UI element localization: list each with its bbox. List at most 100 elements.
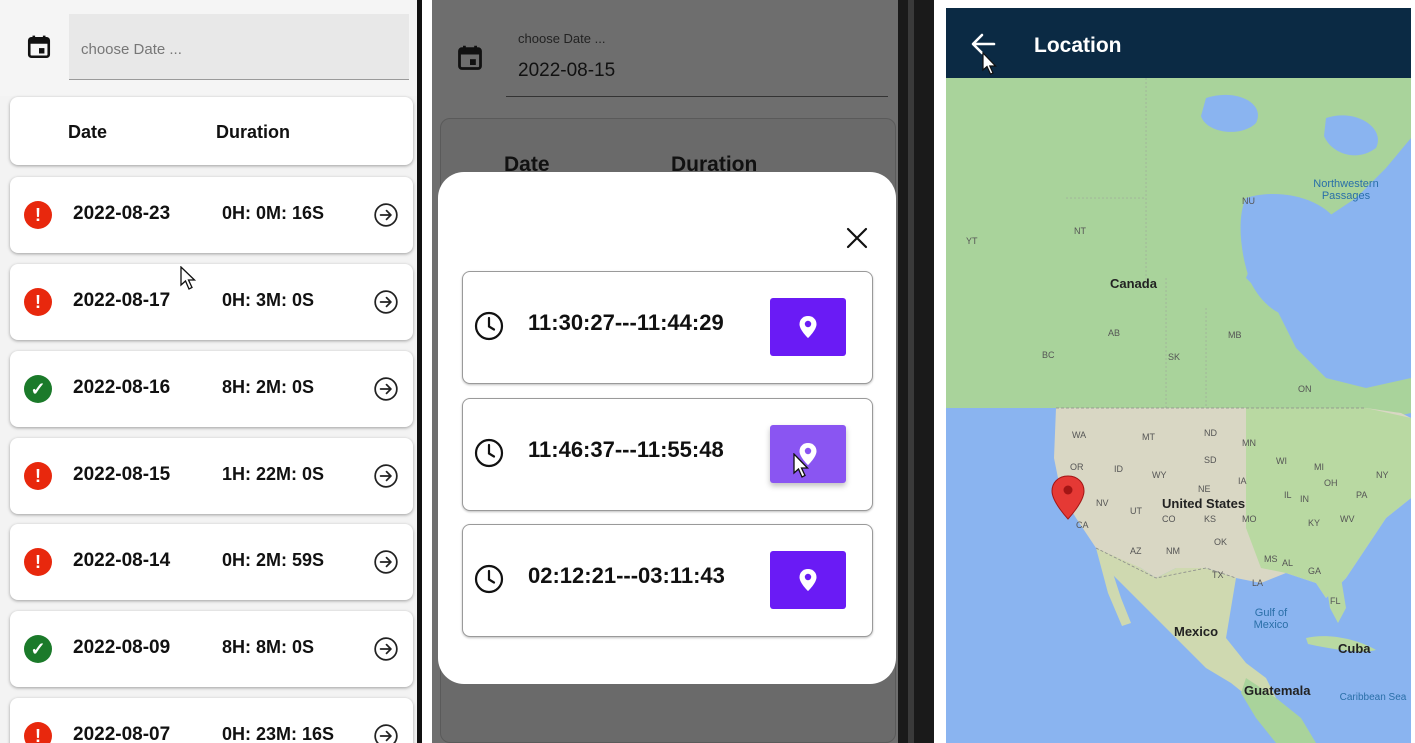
map-label-guatemala: Guatemala	[1244, 683, 1311, 698]
map-state-label: ND	[1204, 428, 1217, 438]
arrow-right-circle-icon[interactable]	[373, 549, 399, 575]
map-state-label: PA	[1356, 490, 1368, 500]
list-item[interactable]: ! 2022-08-07 0H: 23M: 16S	[10, 698, 413, 743]
map-pin-icon	[799, 316, 817, 338]
mouse-cursor-icon	[793, 453, 810, 478]
row-date: 2022-08-15	[73, 464, 171, 485]
map-label-canada: Canada	[1110, 276, 1157, 291]
map-state-label: IA	[1238, 476, 1247, 486]
arrow-right-circle-icon[interactable]	[373, 723, 399, 743]
date-input[interactable]: choose Date ...	[69, 14, 409, 80]
map-state-label: GA	[1308, 566, 1322, 576]
map-state-label: AZ	[1130, 546, 1142, 556]
map-state-label: NM	[1166, 546, 1180, 556]
clock-icon	[474, 311, 504, 341]
mouse-cursor-icon	[180, 266, 197, 290]
map-state-label: NT	[1074, 226, 1086, 236]
row-date: 2022-08-23	[73, 203, 171, 224]
date-picker-bar: choose Date ... 2022-08-15	[432, 0, 934, 118]
row-duration: 0H: 0M: 16S	[222, 203, 325, 223]
list-item[interactable]: ! 2022-08-17 0H: 3M: 0S	[10, 264, 413, 340]
clock-icon	[474, 564, 504, 594]
row-duration: 8H: 8M: 0S	[222, 637, 315, 657]
mouse-cursor-icon	[982, 52, 997, 75]
location-button[interactable]	[770, 298, 846, 356]
time-slot-card: 11:30:27---11:44:29	[462, 271, 873, 384]
map-label-mexico: Mexico	[1174, 624, 1219, 639]
map-state-label: WI	[1276, 456, 1287, 466]
map-state-label: ID	[1114, 464, 1123, 474]
column-header-duration: Duration	[216, 122, 290, 142]
error-status-icon: !	[24, 722, 52, 743]
map-state-label: SK	[1168, 352, 1181, 362]
location-button[interactable]	[770, 551, 846, 609]
map-label-caribbean: Caribbean Sea	[1339, 692, 1407, 703]
arrow-right-circle-icon[interactable]	[373, 463, 399, 489]
time-slots-panel: choose Date ... 2022-08-15 Date Duration…	[432, 0, 934, 743]
page-title: Location	[1034, 34, 1122, 57]
error-status-icon: !	[24, 201, 52, 229]
map-state-label: MI	[1314, 462, 1324, 472]
calendar-icon[interactable]	[26, 34, 52, 60]
map-state-label: YT	[966, 236, 978, 246]
time-range: 02:12:21---03:11:43	[528, 563, 725, 588]
list-item[interactable]: ✓ 2022-08-16 8H: 2M: 0S	[10, 351, 413, 427]
map-state-label: AL	[1282, 558, 1294, 568]
row-date: 2022-08-07	[73, 724, 171, 743]
map-state-label: OR	[1070, 462, 1084, 472]
list-item[interactable]: ! 2022-08-23 0H: 0M: 16S	[10, 177, 413, 253]
map-state-label: MN	[1242, 438, 1256, 448]
map-state-label: FL	[1330, 596, 1341, 606]
date-list-panel: choose Date ... Date Duration ! 2022-08-…	[0, 0, 422, 743]
map-state-label: LA	[1252, 578, 1264, 588]
row-date: 2022-08-16	[73, 377, 171, 398]
map-state-label: WA	[1072, 430, 1087, 440]
map-state-label: NY	[1376, 470, 1389, 480]
map-state-label: NE	[1198, 484, 1211, 494]
date-input-value[interactable]: 2022-08-15	[518, 60, 615, 82]
arrow-right-circle-icon[interactable]	[373, 289, 399, 315]
map-state-label: BC	[1042, 350, 1055, 360]
arrow-right-circle-icon[interactable]	[373, 202, 399, 228]
map-pin-icon	[799, 569, 817, 591]
row-duration: 0H: 3M: 0S	[222, 290, 315, 310]
map-state-label: WY	[1152, 470, 1167, 480]
arrow-right-circle-icon[interactable]	[373, 636, 399, 662]
close-icon[interactable]	[846, 227, 868, 249]
calendar-icon[interactable]	[456, 44, 484, 72]
map-state-label: ON	[1298, 384, 1312, 394]
time-slot-card: 11:46:37---11:55:48	[462, 398, 873, 511]
map-state-label: NU	[1242, 196, 1255, 206]
map-state-label: IN	[1300, 494, 1309, 504]
row-duration: 0H: 2M: 59S	[222, 550, 325, 570]
map-state-label: MT	[1142, 432, 1155, 442]
row-duration: 0H: 23M: 16S	[222, 724, 335, 743]
error-status-icon: !	[24, 462, 52, 490]
map-state-label: KY	[1308, 518, 1321, 528]
location-map-panel: Location Canada United States Mexico Cub…	[946, 0, 1415, 743]
map-state-label: TX	[1212, 570, 1224, 580]
map-state-label: CO	[1162, 514, 1176, 524]
list-item[interactable]: ✓ 2022-08-09 8H: 8M: 0S	[10, 611, 413, 687]
device-frame-edge	[898, 0, 934, 743]
column-header-date: Date	[68, 122, 108, 142]
map-state-label: MS	[1264, 554, 1278, 564]
map-state-label: KS	[1204, 514, 1217, 524]
row-date: 2022-08-17	[73, 290, 171, 311]
input-underline	[506, 96, 888, 97]
list-item[interactable]: ! 2022-08-15 1H: 22M: 0S	[10, 438, 413, 514]
clock-icon	[474, 438, 504, 468]
row-duration: 1H: 22M: 0S	[222, 464, 325, 484]
table-header: Date Duration	[10, 97, 413, 165]
date-picker-bar: choose Date ...	[0, 0, 417, 96]
map-state-label: OH	[1324, 478, 1338, 488]
time-slots-dialog: 11:30:27---11:44:29 11:46:37---11:55:48 …	[438, 172, 896, 684]
row-duration: 8H: 2M: 0S	[222, 377, 315, 397]
map-state-label: OK	[1214, 537, 1228, 547]
list-item[interactable]: ! 2022-08-14 0H: 2M: 59S	[10, 524, 413, 600]
error-status-icon: !	[24, 548, 52, 576]
app-bar: Location	[946, 8, 1411, 78]
time-range: 11:46:37---11:55:48	[528, 437, 724, 462]
arrow-right-circle-icon[interactable]	[373, 376, 399, 402]
row-date: 2022-08-09	[73, 637, 171, 658]
